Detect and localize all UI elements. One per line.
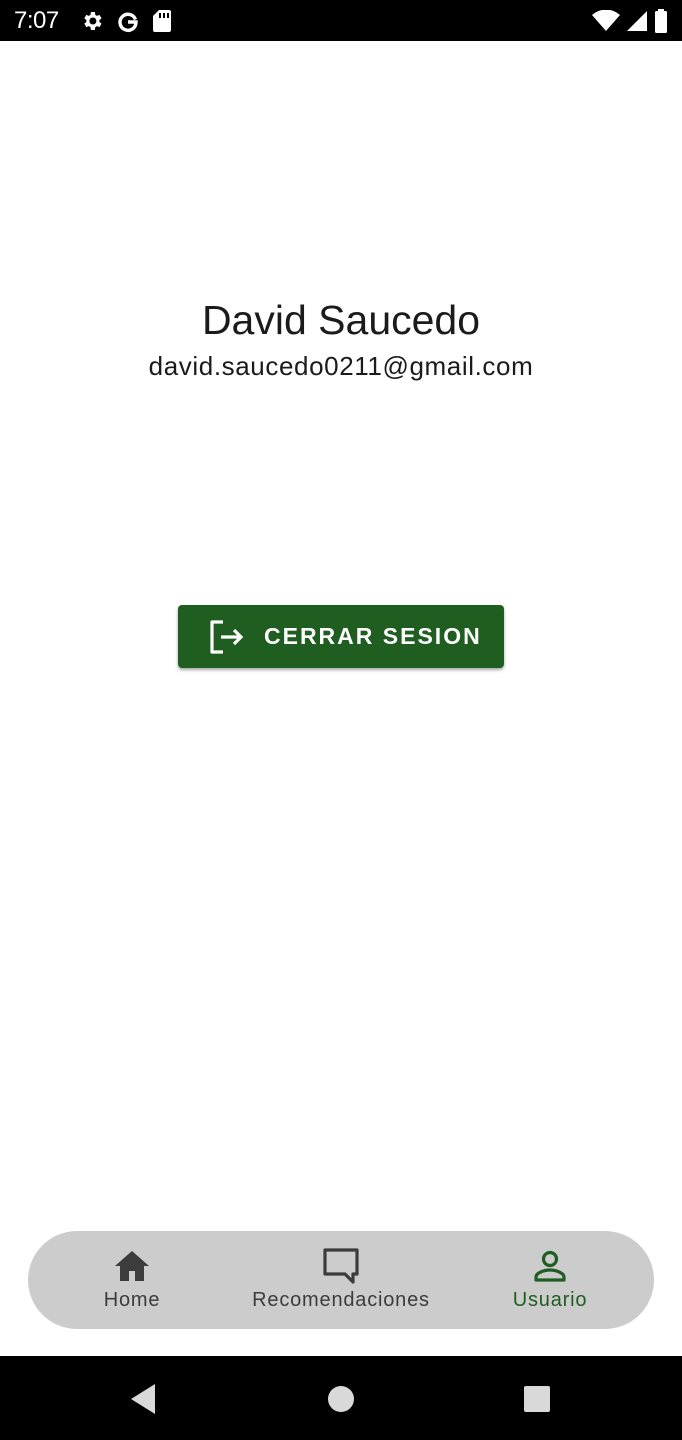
back-icon[interactable] (128, 1384, 158, 1414)
logout-button[interactable]: CERRAR SESION (178, 605, 504, 668)
user-email: david.saucedo0211@gmail.com (148, 351, 534, 381)
status-notification-icons (80, 8, 172, 34)
nav-item-usuario[interactable]: Usuario (500, 1231, 600, 1329)
google-icon (116, 9, 140, 33)
sd-card-icon (152, 9, 172, 33)
chat-bubble-icon (322, 1247, 360, 1285)
gear-icon (80, 9, 104, 33)
status-system-icons (592, 8, 668, 34)
wifi-icon (592, 10, 620, 32)
nav-item-label: Recomendaciones (252, 1289, 430, 1311)
cell-signal-icon (626, 10, 648, 32)
person-icon (531, 1247, 569, 1285)
nav-item-label: Usuario (512, 1289, 588, 1311)
user-name: David Saucedo (201, 297, 481, 343)
user-screen: 7:07 David Saucedo david.saucedo0211@gma… (0, 0, 682, 1440)
logout-icon (208, 619, 244, 655)
bottom-navigation: Home Recomendaciones Usuario (28, 1231, 654, 1329)
battery-icon (654, 9, 668, 33)
system-navigation-bar (0, 1356, 682, 1440)
nav-item-label: Home (103, 1289, 161, 1311)
recents-square-icon[interactable] (522, 1384, 552, 1414)
home-circle-icon[interactable] (326, 1384, 356, 1414)
logout-button-label: CERRAR SESION (264, 623, 482, 649)
status-bar: 7:07 (0, 0, 682, 41)
nav-item-recomendaciones[interactable]: Recomendaciones (242, 1231, 440, 1329)
nav-item-home[interactable]: Home (82, 1231, 182, 1329)
status-time: 7:07 (14, 7, 59, 34)
home-icon (113, 1247, 151, 1285)
